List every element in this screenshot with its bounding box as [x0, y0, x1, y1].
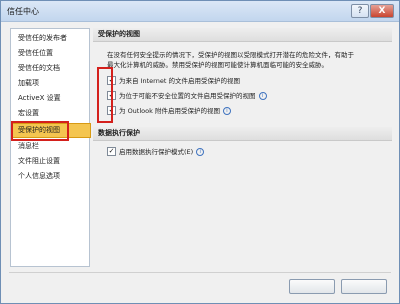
title-bar: 信任中心 ? X: [1, 1, 399, 22]
annotation-highlight-sidebar: [11, 121, 69, 141]
dep-heading: 数据执行保护: [93, 127, 392, 141]
ok-button[interactable]: [289, 279, 335, 294]
sidebar-item-trusted-documents[interactable]: 受信任的文档: [13, 62, 90, 75]
info-icon[interactable]: i: [258, 92, 267, 100]
option-label: 为 Outlook 附件启用受保护的视图: [119, 107, 220, 115]
annotation-highlight-checkboxes: [97, 67, 113, 123]
sidebar-item-activex-settings[interactable]: ActiveX 设置: [13, 92, 90, 105]
footer-divider: [9, 272, 391, 273]
protected-view-heading: 受保护的视图: [93, 28, 392, 42]
settings-panel: 受保护的视图 在没有任何安全提示的情况下，受保护的视图以受限模式打开潜在的危险文…: [93, 28, 392, 265]
sidebar-item-file-block-settings[interactable]: 文件阻止设置: [13, 155, 90, 168]
option-label: 启用数据执行保护模式(E): [119, 148, 194, 156]
sidebar-item-add-ins[interactable]: 加载项: [13, 77, 90, 90]
option-unsafe-locations[interactable]: ✓ 为位于可能不安全位置的文件启用受保护的视图 i: [107, 90, 267, 102]
checkbox-icon[interactable]: ✓: [107, 146, 116, 156]
info-icon[interactable]: i: [196, 148, 205, 156]
info-icon[interactable]: i: [222, 107, 231, 115]
option-label: 为位于可能不安全位置的文件启用受保护的视图: [119, 92, 256, 100]
sidebar-item-privacy-options[interactable]: 个人信息选项: [13, 170, 90, 183]
help-button[interactable]: ?: [351, 4, 369, 18]
sidebar-nav: 受信任的发布者 受信任位置 受信任的文档 加载项 ActiveX 设置 宏设置 …: [10, 28, 91, 267]
sidebar-item-trusted-publishers[interactable]: 受信任的发布者: [13, 32, 90, 45]
description-line: 在没有任何安全提示的情况下，受保护的视图以受限模式打开潜在的危险文件，有助于: [107, 51, 354, 59]
dialog-title: 信任中心: [7, 7, 39, 16]
option-outlook-attachments[interactable]: ✓ 为 Outlook 附件启用受保护的视图 i: [107, 105, 231, 117]
description-line: 最大化计算机的威胁。禁用受保护的视图可能使计算机面临可能的安全威胁。: [107, 61, 328, 69]
option-dep-mode[interactable]: ✓ 启用数据执行保护模式(E) i: [107, 146, 205, 158]
sidebar-item-macro-settings[interactable]: 宏设置: [13, 107, 90, 120]
trust-center-dialog: 信任中心 ? X 受信任的发布者 受信任位置 受信任的文档 加载项 Active…: [0, 0, 400, 304]
option-label: 为来自 Internet 的文件启用受保护的视图: [119, 77, 240, 85]
protected-view-description: 在没有任何安全提示的情况下，受保护的视图以受限模式打开潜在的危险文件，有助于 最…: [107, 50, 382, 70]
sidebar-item-message-bar[interactable]: 消息栏: [13, 140, 90, 153]
close-button[interactable]: X: [370, 4, 394, 18]
option-internet-files[interactable]: ✓ 为来自 Internet 的文件启用受保护的视图: [107, 75, 240, 87]
sidebar-item-trusted-locations[interactable]: 受信任位置: [13, 47, 90, 60]
cancel-button[interactable]: [341, 279, 387, 294]
